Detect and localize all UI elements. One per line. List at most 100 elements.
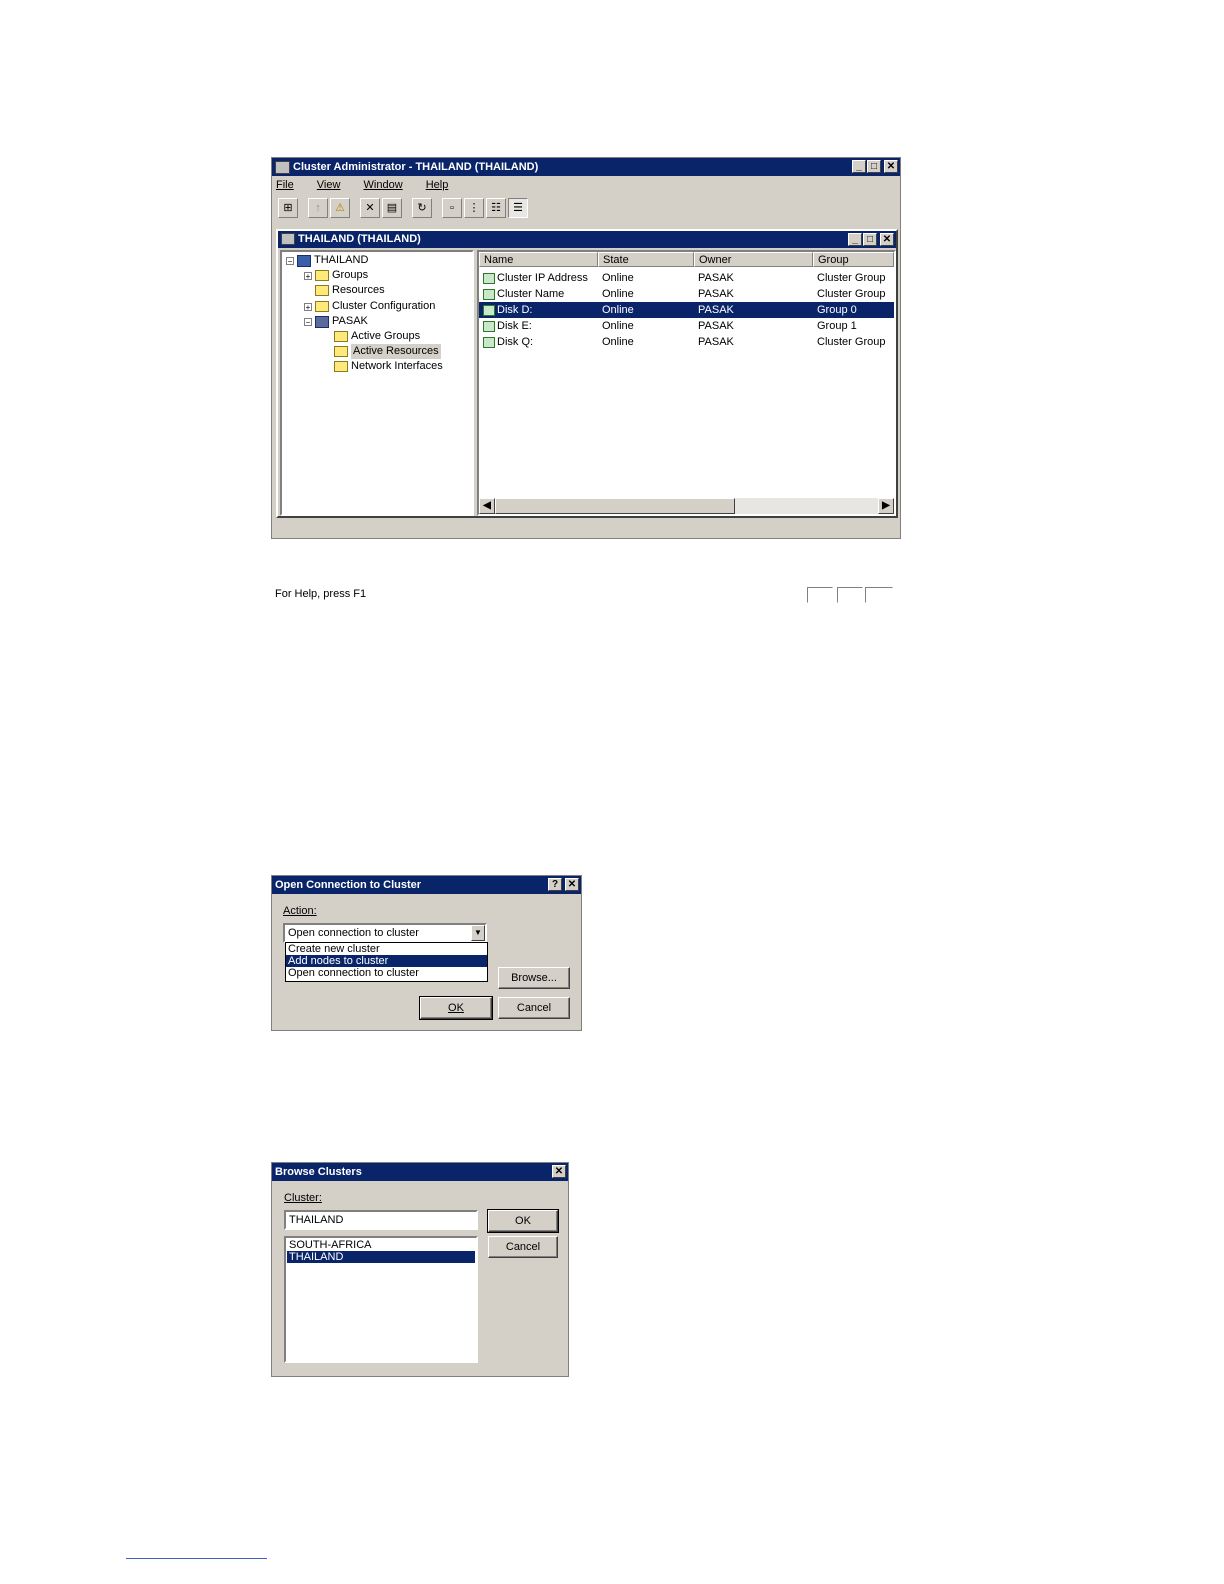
folder-icon [334,361,348,372]
node-icon [315,315,329,328]
expand-icon[interactable]: + [304,302,312,311]
ok-button[interactable]: OK [419,996,493,1020]
list-item-selected[interactable]: THAILAND [287,1251,475,1263]
tree-item-network-interfaces[interactable]: Network Interfaces [334,359,443,374]
child-minimize-button[interactable]: _ [848,233,862,246]
status-bar: For Help, press F1 [272,584,903,604]
folder-icon [315,301,329,312]
dialog-title-bar: Open Connection to Cluster ? ✕ [272,876,581,894]
dropdown-option[interactable]: Open connection to cluster [286,967,487,979]
footnote-divider [126,1558,267,1559]
tree-item-active-resources[interactable]: Active Resources [334,344,441,359]
table-row[interactable]: Disk E: Online PASAK Group 1 [479,318,894,334]
resource-icon [483,288,495,300]
status-text: For Help, press F1 [275,588,367,600]
list-header: Name State Owner Group [479,252,894,267]
column-header-state[interactable]: State [598,252,694,267]
column-header-name[interactable]: Name [479,252,598,267]
resource-icon [483,304,495,316]
resource-list-pane: Name State Owner Group Cluster IP Addres… [477,250,896,516]
chevron-down-icon[interactable]: ▼ [471,925,485,941]
dialog-title-bar: Browse Clusters ✕ [272,1163,568,1181]
table-row[interactable]: Cluster Name Online PASAK Cluster Group [479,286,894,302]
cancel-button[interactable]: Cancel [488,1236,558,1258]
scroll-left-icon[interactable]: ◀ [479,498,495,514]
main-window-title: Cluster Administrator - THAILAND (THAILA… [293,161,539,173]
tree-item-pasak[interactable]: − PASAK [304,314,368,329]
menu-bar: File View Window Help [272,176,900,194]
take-offline-icon[interactable]: ⚠ [330,198,350,218]
tree-item-resources[interactable]: Resources [315,283,385,298]
menu-help[interactable]: Help [426,179,459,191]
details-view-icon[interactable]: ☰ [508,198,528,218]
status-panel [807,587,833,603]
collapse-icon[interactable]: − [286,256,294,265]
cluster-label: Cluster: [284,1192,322,1204]
folder-icon [334,331,348,342]
close-button[interactable]: ✕ [884,160,898,173]
child-close-button[interactable]: ✕ [880,233,894,246]
cluster-input[interactable]: THAILAND [284,1210,478,1230]
tree-pane: − THAILAND + Groups Resources + Cluster … [280,250,474,516]
tree-item-thailand[interactable]: − THAILAND [286,253,368,268]
browse-button[interactable]: Browse... [498,967,570,989]
column-header-group[interactable]: Group [813,252,894,267]
horizontal-scrollbar[interactable]: ◀ ▶ [479,498,894,514]
table-row[interactable]: Cluster IP Address Online PASAK Cluster … [479,270,894,286]
minimize-button[interactable]: _ [852,160,866,173]
status-panel [837,587,863,603]
child-window: THAILAND (THAILAND) _ □ ✕ − THAILAND + G… [276,229,898,518]
resource-icon [483,320,495,332]
dropdown-option-selected[interactable]: Add nodes to cluster [286,955,487,967]
column-header-owner[interactable]: Owner [694,252,813,267]
properties-icon[interactable]: ▤ [382,198,402,218]
table-row-selected[interactable]: Disk D: Online PASAK Group 0 [479,302,894,318]
small-icons-view-icon[interactable]: ⋮ [464,198,484,218]
child-window-title: THAILAND (THAILAND) [298,233,421,245]
cluster-administrator-window: Cluster Administrator - THAILAND (THAILA… [271,157,901,603]
large-icons-view-icon[interactable]: ▫ [442,198,462,218]
tree-item-groups[interactable]: + Groups [304,268,368,283]
refresh-icon[interactable]: ↻ [412,198,432,218]
table-row[interactable]: Disk Q: Online PASAK Cluster Group [479,334,894,350]
toolbar: ⊞ ↑ ⚠ ✕ ▤ ↻ ▫ ⋮ ☷ ☰ [272,194,900,222]
open-connection-icon[interactable]: ⊞ [278,198,298,218]
list-view-icon[interactable]: ☷ [486,198,506,218]
bring-online-icon[interactable]: ↑ [308,198,328,218]
menu-view[interactable]: View [317,179,351,191]
delete-icon[interactable]: ✕ [360,198,380,218]
dropdown-option[interactable]: Create new cluster [286,943,487,955]
resource-icon [483,336,495,348]
close-button[interactable]: ✕ [552,1165,566,1178]
cluster-list[interactable]: SOUTH-AFRICA THAILAND [284,1236,478,1363]
menu-window[interactable]: Window [364,179,413,191]
folder-icon [334,346,348,357]
action-combobox[interactable]: Open connection to cluster ▼ [283,923,487,943]
help-button[interactable]: ? [548,878,562,891]
resource-icon [483,272,495,284]
tree-item-cluster-configuration[interactable]: + Cluster Configuration [304,299,435,314]
expand-icon[interactable]: + [304,271,312,280]
dialog-title: Open Connection to Cluster [275,879,422,891]
collapse-icon[interactable]: − [304,317,312,326]
menu-file[interactable]: File [276,179,304,191]
action-label: Action: [283,905,317,917]
close-button[interactable]: ✕ [565,878,579,891]
child-title-bar: THAILAND (THAILAND) _ □ ✕ [278,231,896,248]
dialog-title: Browse Clusters [275,1166,362,1178]
scroll-right-icon[interactable]: ▶ [878,498,894,514]
child-maximize-button[interactable]: □ [863,233,877,246]
open-connection-dialog: Open Connection to Cluster ? ✕ Action: O… [271,875,582,1031]
browse-clusters-dialog: Browse Clusters ✕ Cluster: THAILAND SOUT… [271,1162,569,1377]
folder-icon [315,285,329,296]
status-panel [865,587,893,603]
scroll-thumb[interactable] [495,498,735,514]
ok-button[interactable]: OK [487,1209,559,1233]
tree-item-active-groups[interactable]: Active Groups [334,329,420,344]
list-item[interactable]: SOUTH-AFRICA [287,1239,475,1251]
cluster-icon [297,254,311,267]
maximize-button[interactable]: □ [867,160,881,173]
child-app-icon [281,233,295,246]
cancel-button[interactable]: Cancel [498,997,570,1019]
folder-icon [315,270,329,281]
